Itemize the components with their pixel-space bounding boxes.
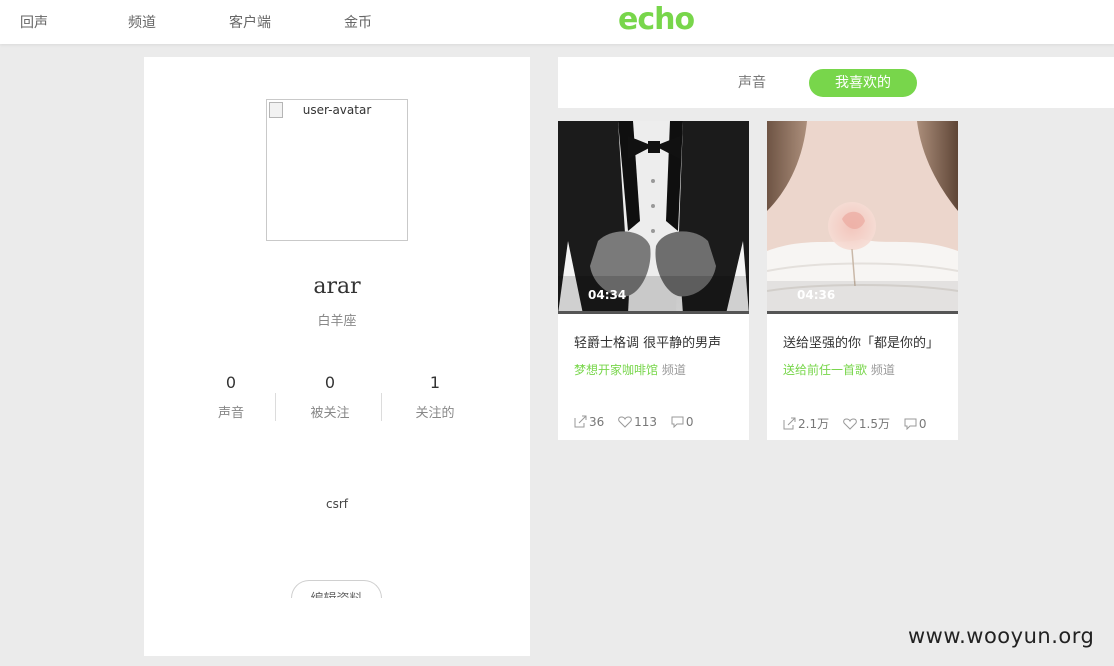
sound-thumbnail[interactable] — [767, 121, 958, 314]
comment-icon — [904, 418, 917, 431]
heart-icon — [618, 416, 632, 428]
sound-duration: 04:36 — [797, 288, 836, 302]
nav-item-client[interactable]: 客户端 — [229, 12, 271, 32]
top-navigation-bar: 回声 频道 客户端 金币 echo — [0, 0, 1114, 44]
sound-title[interactable]: 轻爵士格调 很平静的男声 — [574, 332, 744, 351]
username: arar — [313, 274, 361, 299]
stat-following-count: 1 — [429, 373, 441, 392]
share-icon — [783, 417, 796, 430]
like-count: 1.5万 — [858, 417, 891, 431]
stat-followers[interactable]: 0 被关注 — [300, 373, 360, 421]
sound-stats: 2.1万 1.5万 0 — [783, 415, 936, 432]
echo-logo[interactable]: echo — [618, 2, 695, 37]
zodiac-sign: 白羊座 — [317, 314, 357, 329]
stat-sounds[interactable]: 0 声音 — [206, 373, 256, 421]
nav-item-huisheng[interactable]: 回声 — [20, 12, 48, 32]
nav-item-channels[interactable]: 频道 — [128, 12, 156, 32]
tab-sounds[interactable]: 声音 — [728, 69, 776, 97]
share-stat[interactable]: 36 — [574, 415, 604, 429]
edit-profile-button[interactable]: 编辑资料 — [291, 580, 382, 598]
heart-icon — [843, 418, 857, 430]
stat-following[interactable]: 1 关注的 — [405, 373, 465, 421]
like-stat[interactable]: 113 — [618, 415, 657, 429]
stat-followers-count: 0 — [324, 373, 336, 392]
channel-link[interactable]: 梦想开家咖啡馆 — [574, 363, 658, 377]
sound-thumbnail[interactable] — [558, 121, 749, 314]
stat-sounds-count: 0 — [225, 373, 237, 392]
stat-followers-label: 被关注 — [310, 406, 350, 421]
comment-count: 0 — [685, 415, 694, 429]
share-count: 2.1万 — [798, 417, 830, 431]
tuxedo-man-image — [558, 121, 749, 314]
stat-following-label: 关注的 — [415, 406, 455, 421]
comment-count: 0 — [918, 417, 927, 431]
comment-icon — [671, 416, 684, 429]
sound-stats: 36 113 0 — [574, 415, 703, 429]
sound-card[interactable]: 04:36 送给坚强的你「都是你的」 送给前任一首歌 频道 2.1万 1.5万 … — [767, 121, 958, 440]
comment-stat[interactable]: 0 — [904, 417, 927, 431]
share-count: 36 — [589, 415, 605, 429]
share-icon — [574, 415, 587, 428]
avatar[interactable]: user-avatar — [266, 99, 408, 241]
channel-link[interactable]: 送给前任一首歌 — [783, 363, 867, 377]
profile-panel: user-avatar arar 白羊座 0 声音 0 被关注 1 关注的 cs… — [144, 57, 530, 656]
like-count: 113 — [634, 415, 658, 429]
sound-card[interactable]: 04:34 轻爵士格调 很平静的男声 梦想开家咖啡馆 频道 36 113 0 — [558, 121, 749, 440]
watermark: www.wooyun.org — [908, 624, 1095, 648]
content-tabs: 声音 我喜欢的 — [558, 57, 1114, 108]
tab-liked[interactable]: 我喜欢的 — [809, 69, 917, 97]
share-stat[interactable]: 2.1万 — [783, 415, 829, 432]
woman-with-flower-image — [767, 121, 958, 314]
sound-channel: 梦想开家咖啡馆 频道 — [574, 361, 686, 378]
stat-divider — [381, 393, 382, 421]
comment-stat[interactable]: 0 — [671, 415, 694, 429]
channel-suffix: 频道 — [661, 363, 686, 377]
user-bio: csrf — [325, 497, 348, 511]
thumbnail-shadow — [558, 311, 749, 314]
sound-duration: 04:34 — [588, 288, 627, 302]
thumbnail-shadow — [767, 311, 958, 314]
nav-item-coins[interactable]: 金币 — [344, 12, 372, 32]
avatar-alt-text: user-avatar — [302, 103, 372, 117]
channel-suffix: 频道 — [870, 363, 895, 377]
like-stat[interactable]: 1.5万 — [843, 415, 890, 432]
edit-profile-label: 编辑资料 — [292, 588, 381, 598]
stat-divider — [275, 393, 276, 421]
sound-channel: 送给前任一首歌 频道 — [783, 361, 895, 378]
stat-sounds-label: 声音 — [217, 406, 244, 421]
sound-title[interactable]: 送给坚强的你「都是你的」 — [783, 332, 953, 351]
